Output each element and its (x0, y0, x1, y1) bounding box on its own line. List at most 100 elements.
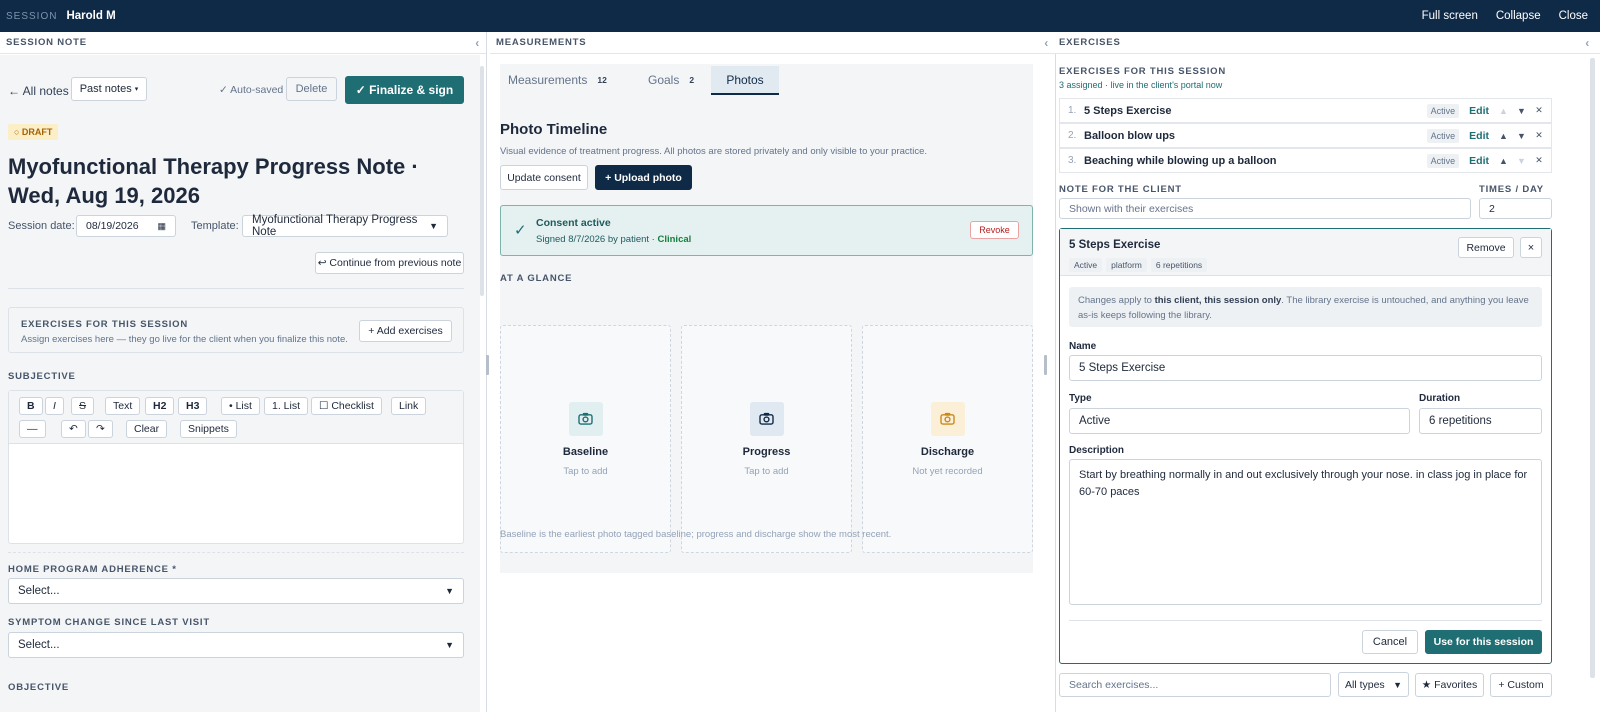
consent-title: Consent active (536, 217, 611, 229)
update-consent-button[interactable]: Update consent (500, 165, 588, 190)
baseline-card[interactable]: Baseline Tap to add (500, 325, 671, 553)
move-up-icon[interactable]: ▲ (1499, 131, 1508, 141)
revoke-button[interactable]: Revoke (970, 221, 1019, 239)
upload-photo-button[interactable]: + Upload photo (595, 165, 692, 190)
link-button[interactable]: Link (391, 397, 427, 415)
delete-button[interactable]: Delete (286, 77, 337, 101)
discharge-card[interactable]: Discharge Not yet recorded (862, 325, 1033, 553)
exercises-card-desc: Assign exercises here — they go live for… (21, 334, 348, 345)
move-down-icon[interactable]: ▼ (1517, 106, 1526, 116)
cancel-button[interactable]: Cancel (1362, 630, 1418, 654)
info-emphasis: this client, this session only (1154, 295, 1282, 306)
type-filter-value: All types (1345, 678, 1385, 691)
text-button[interactable]: Text (105, 397, 141, 415)
use-for-session-button[interactable]: Use for this session (1425, 630, 1542, 654)
chip: Active (1069, 258, 1103, 272)
remove-button[interactable]: Remove (1458, 237, 1514, 258)
progress-card[interactable]: Progress Tap to add (681, 325, 852, 553)
session-note-header: SESSION NOTE ‹ (0, 32, 486, 54)
strike-button[interactable]: S (71, 397, 95, 415)
close-icon[interactable]: ✕ (1535, 105, 1543, 116)
tab-photos[interactable]: Photos (711, 66, 779, 95)
horizontal-rule-button[interactable]: — (19, 420, 46, 438)
calendar-icon: ▦ (157, 220, 166, 231)
panel-resize-handle[interactable] (486, 355, 489, 375)
clear-button[interactable]: Clear (126, 420, 168, 438)
checklist-button[interactable]: ☐ Checklist (311, 397, 382, 415)
session-date-input[interactable]: 08/19/2026 ▦ (76, 215, 176, 237)
duration-input[interactable]: 6 repetitions (1419, 408, 1542, 434)
edit-button[interactable]: Edit (1469, 155, 1489, 167)
name-input[interactable]: 5 Steps Exercise (1069, 355, 1542, 381)
italic-button[interactable]: I (45, 397, 64, 415)
status-badge: Active (1426, 103, 1460, 118)
list-item[interactable]: 1. 5 Steps Exercise Active Edit ▲ ▼ ✕ (1059, 98, 1552, 123)
template-select[interactable]: Myofunctional Therapy Progress Note ▼ (242, 214, 448, 238)
item-name: Balloon blow ups (1084, 129, 1176, 142)
collapse-chevron-icon[interactable]: ‹ (1585, 36, 1590, 50)
custom-button[interactable]: + Custom (1490, 673, 1552, 697)
list-item[interactable]: 2. Balloon blow ups Active Edit ▲ ▼ ✕ (1059, 123, 1552, 148)
card-label: Progress (742, 445, 791, 458)
add-exercises-button[interactable]: + Add exercises (359, 320, 452, 342)
note-scrollbar[interactable] (480, 66, 484, 296)
past-notes-label: Past notes (79, 83, 132, 95)
glance-label: AT A GLANCE (500, 273, 573, 284)
finalize-sign-button[interactable]: ✓ Finalize & sign (345, 76, 464, 104)
close-icon[interactable]: ✕ (1535, 130, 1543, 141)
autosaved-status: ✓ Auto-saved (219, 84, 284, 96)
divider (8, 552, 464, 553)
collapse-button[interactable]: Collapse (1496, 10, 1541, 22)
continue-previous-button[interactable]: ↩ Continue from previous note (315, 252, 464, 274)
move-up-icon[interactable]: ▲ (1499, 156, 1508, 166)
search-exercises-input[interactable]: Search exercises... (1059, 673, 1331, 697)
type-filter-select[interactable]: All types ▼ (1338, 672, 1409, 697)
item-name: 5 Steps Exercise (1084, 104, 1172, 117)
h2-button[interactable]: H2 (145, 397, 175, 415)
exercise-editor: 5 Steps Exercise Active platform 6 repetit… (1059, 228, 1552, 664)
move-down-icon[interactable]: ▼ (1517, 131, 1526, 141)
redo-icon[interactable]: ↷ (88, 420, 113, 438)
past-notes-button[interactable]: Past notes ▾ (71, 77, 147, 101)
description-textarea[interactable]: Start by breathing normally in and out e… (1069, 459, 1542, 605)
note-for-client-input[interactable]: Shown with their exercises (1059, 198, 1471, 219)
list-item[interactable]: 3. Beaching while blowing up a balloon A… (1059, 148, 1552, 173)
adherence-value: Select... (18, 585, 60, 597)
tab-measurements[interactable]: Measurements 12 (508, 66, 607, 94)
objective-label: OBJECTIVE (8, 682, 70, 693)
full-screen-button[interactable]: Full screen (1422, 10, 1478, 22)
panel-resize-handle[interactable] (1044, 355, 1047, 375)
numbered-list-button[interactable]: 1. List (264, 397, 309, 415)
all-notes-link[interactable]: ← All notes (8, 84, 69, 98)
times-per-day-input[interactable]: 2 (1479, 198, 1552, 219)
h3-button[interactable]: H3 (178, 397, 208, 415)
edit-button[interactable]: Edit (1469, 105, 1489, 117)
close-button[interactable]: Close (1559, 10, 1588, 22)
card-sub: Tap to add (744, 465, 789, 477)
undo-icon[interactable]: ↶ (61, 420, 86, 438)
measurements-panel: MEASUREMENTS ‹ Measurements 12 Goals 2 P… (490, 32, 1056, 712)
tab-label: Photos (726, 72, 764, 87)
snippets-button[interactable]: Snippets (180, 420, 237, 438)
bold-button[interactable]: B (19, 397, 43, 415)
tab-count: 12 (597, 75, 607, 85)
collapse-chevron-icon[interactable]: ‹ (475, 36, 480, 50)
close-icon[interactable]: ✕ (1535, 155, 1543, 166)
exercises-scrollbar[interactable] (1590, 58, 1595, 678)
camera-icon (749, 401, 784, 436)
exercises-card-title: EXERCISES FOR THIS SESSION (21, 319, 189, 330)
type-input[interactable]: Active (1069, 408, 1410, 434)
card-sub: Not yet recorded (912, 465, 983, 477)
edit-button[interactable]: Edit (1469, 130, 1489, 142)
symptom-select[interactable]: Select... ▼ (8, 632, 464, 658)
session-date-value: 08/19/2026 (86, 220, 139, 232)
subjective-text-area[interactable] (9, 445, 463, 543)
adherence-select[interactable]: Select... ▼ (8, 578, 464, 604)
note-for-client-label: NOTE FOR THE CLIENT (1059, 184, 1182, 195)
bullet-list-button[interactable]: • List (221, 397, 260, 415)
item-number: 3. (1068, 155, 1077, 166)
favorites-button[interactable]: ★ Favorites (1415, 673, 1484, 697)
chevron-down-icon: ▼ (1393, 679, 1402, 690)
close-icon[interactable]: × (1520, 237, 1542, 258)
tab-goals[interactable]: Goals 2 (648, 66, 694, 94)
